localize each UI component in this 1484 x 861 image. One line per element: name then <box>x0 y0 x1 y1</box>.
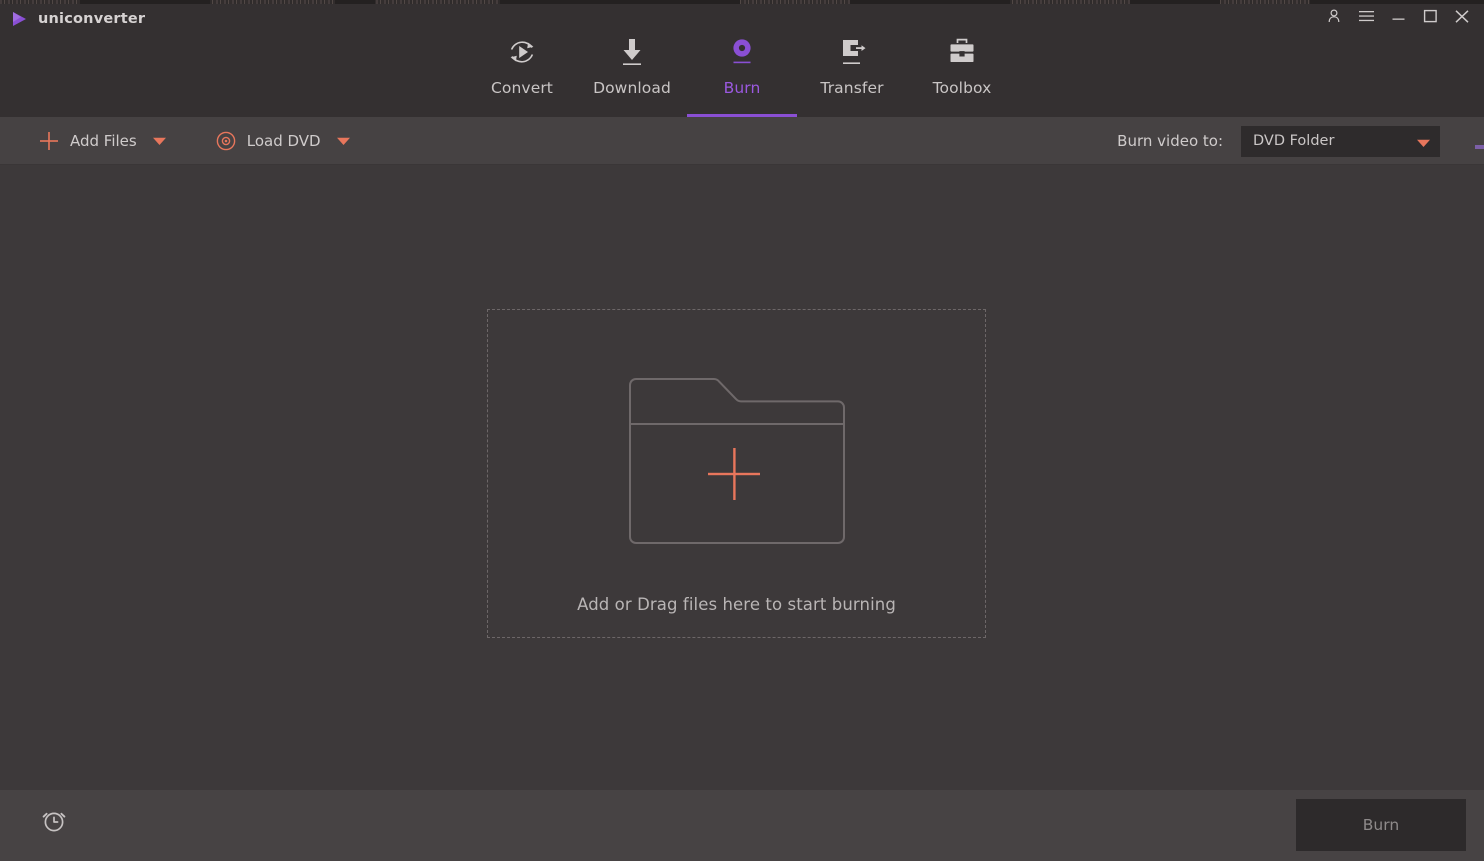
add-files-label: Add Files <box>70 132 137 150</box>
dropzone-instruction-text: Add or Drag files here to start burning <box>577 595 896 614</box>
main-content: Add or Drag files here to start burning <box>0 166 1484 790</box>
nav-tab-label: Transfer <box>820 79 884 97</box>
load-dvd-button[interactable]: Load DVD <box>215 117 321 165</box>
app-footer: Burn <box>0 790 1484 861</box>
burn-toolbar: Add Files Load DVD Burn video to: DVD Fo… <box>0 117 1484 165</box>
output-select-chevron-down-icon[interactable] <box>1417 132 1430 151</box>
dvd-disc-icon <box>215 130 237 152</box>
nav-tab-transfer[interactable]: Transfer <box>797 21 907 117</box>
plus-icon <box>38 130 60 152</box>
alarm-clock-icon <box>42 812 66 832</box>
nav-tab-burn[interactable]: Burn <box>687 21 797 117</box>
active-tab-indicator <box>687 114 797 117</box>
load-dvd-chevron-down-icon[interactable] <box>337 134 351 148</box>
toolbar-right-group: Burn video to: DVD Folder <box>1117 117 1440 165</box>
convert-refresh-play-icon <box>505 35 539 69</box>
output-target-select[interactable]: DVD Folder <box>1241 125 1440 157</box>
nav-tab-label: Download <box>593 79 671 97</box>
nav-tab-label: Toolbox <box>932 79 992 97</box>
file-dropzone[interactable]: Add or Drag files here to start burning <box>487 309 986 638</box>
plus-icon <box>707 448 760 500</box>
screen-capture-artifact-strip <box>0 0 1484 4</box>
folder-icon <box>626 375 848 547</box>
nav-tab-toolbox[interactable]: Toolbox <box>907 21 1017 117</box>
add-files-chevron-down-icon[interactable] <box>153 134 167 148</box>
load-dvd-label: Load DVD <box>246 132 321 150</box>
uniconverter-window: uniconverter Convert Download Burn Trans… <box>0 0 1484 861</box>
toolbar-left-group: Add Files Load DVD <box>38 117 365 165</box>
nav-tab-label: Burn <box>723 79 761 97</box>
main-nav: Convert Download Burn Transfer Toolbox <box>0 21 1484 117</box>
toolbox-icon <box>945 35 979 69</box>
download-arrow-icon <box>615 35 649 69</box>
burn-button[interactable]: Burn <box>1296 799 1466 851</box>
burn-video-to-label: Burn video to: <box>1117 132 1223 150</box>
nav-tab-convert[interactable]: Convert <box>467 21 577 117</box>
output-target-value: DVD Folder <box>1253 133 1335 149</box>
scheduler-button[interactable] <box>38 804 70 836</box>
app-header: uniconverter Convert Download Burn Trans… <box>0 0 1484 117</box>
add-files-button[interactable]: Add Files <box>38 117 137 165</box>
transfer-arrow-icon <box>835 35 869 69</box>
vertical-scrollbar-thumb[interactable] <box>1475 145 1484 149</box>
nav-tab-label: Convert <box>491 79 553 97</box>
nav-tab-download[interactable]: Download <box>577 21 687 117</box>
burn-disc-icon <box>725 35 759 69</box>
burn-button-label: Burn <box>1362 816 1400 834</box>
